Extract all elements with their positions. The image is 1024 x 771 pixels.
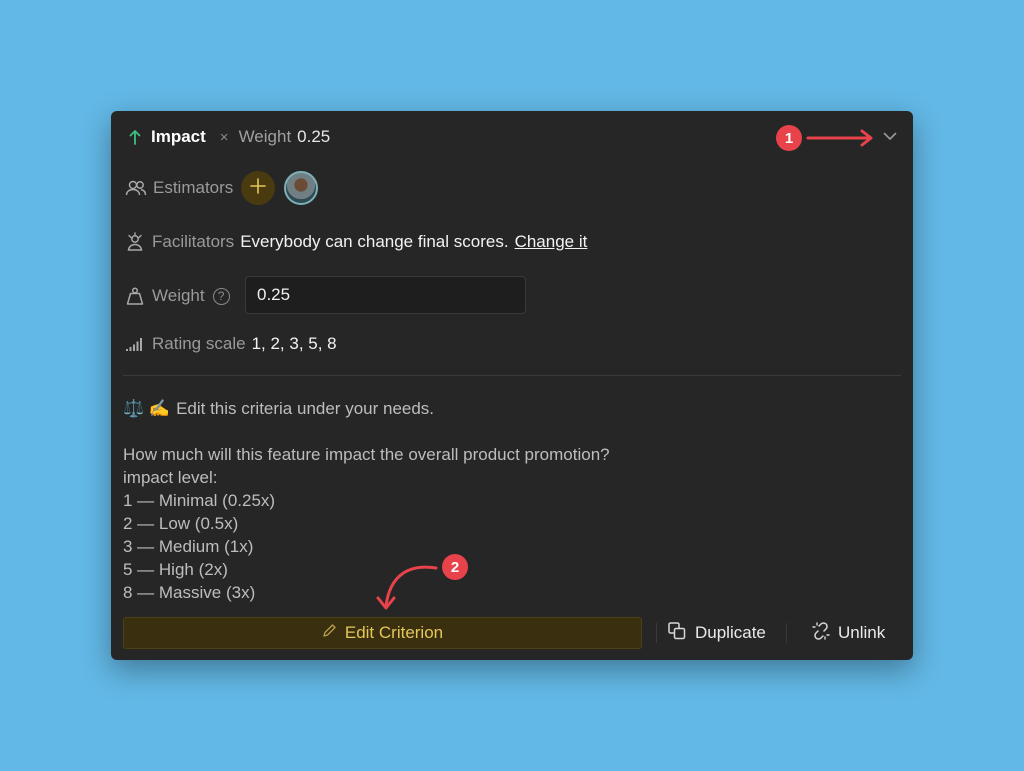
criterion-header[interactable]: Impact × Weight 0.25 xyxy=(129,125,330,149)
question-icon[interactable]: ? xyxy=(212,287,230,305)
facilitators-row: Facilitators Everybody can change final … xyxy=(125,230,587,254)
arrow-up-icon xyxy=(129,129,141,145)
signal-bars-icon xyxy=(125,336,145,352)
weight-label: Weight xyxy=(152,286,205,305)
estimator-avatar[interactable] xyxy=(284,171,319,205)
edit-criterion-button[interactable]: Edit Criterion xyxy=(123,617,642,649)
weight-input[interactable] xyxy=(245,276,526,314)
weight-row: Weight ? xyxy=(125,276,230,316)
scale-pen-icon: ⚖️ ✍️ xyxy=(123,399,171,418)
criterion-title: Impact xyxy=(151,127,206,146)
add-estimator-button[interactable] xyxy=(241,171,276,205)
change-facilitators-link[interactable]: Change it xyxy=(515,232,588,252)
chevron-down-icon[interactable] xyxy=(883,128,897,146)
users-icon xyxy=(125,179,147,197)
footer-separator xyxy=(786,623,787,643)
description-line: 2 — Low (0.5x) xyxy=(123,514,239,533)
header-weight-label: Weight xyxy=(238,127,292,146)
description-line: impact level: xyxy=(123,468,218,487)
annotation-arrow-1 xyxy=(806,129,873,147)
rating-scale-row: Rating scale 1, 2, 3, 5, 8 xyxy=(125,332,337,356)
criteria-note: ⚖️ ✍️ Edit this criteria under your need… xyxy=(123,397,434,421)
estimators-row: Estimators xyxy=(125,171,319,205)
unlink-icon xyxy=(811,621,831,646)
annotation-badge-2: 2 xyxy=(442,554,468,580)
rating-scale-label: Rating scale xyxy=(152,334,246,353)
multiply-sign: × xyxy=(219,128,229,146)
duplicate-icon xyxy=(667,621,687,646)
estimators-label: Estimators xyxy=(153,178,234,197)
unlink-button[interactable]: Unlink xyxy=(811,617,885,649)
annotation-badge-1: 1 xyxy=(776,125,802,151)
criterion-description: How much will this feature impact the ov… xyxy=(123,443,610,604)
annotation-arrow-2 xyxy=(376,565,438,610)
description-line: How much will this feature impact the ov… xyxy=(123,445,610,464)
duplicate-button[interactable]: Duplicate xyxy=(667,617,766,649)
duplicate-label: Duplicate xyxy=(695,623,766,642)
facilitator-icon xyxy=(125,232,145,252)
pencil-icon xyxy=(322,623,337,643)
footer-separator xyxy=(656,623,657,643)
criterion-card: Impact × Weight 0.25 Estimators Facilita… xyxy=(111,111,913,660)
header-weight-value: 0.25 xyxy=(297,127,331,146)
rating-scale-values: 1, 2, 3, 5, 8 xyxy=(251,334,337,353)
facilitators-label: Facilitators xyxy=(152,232,235,251)
description-line: 5 — High (2x) xyxy=(123,560,228,579)
criteria-note-text: Edit this criteria under your needs. xyxy=(176,399,435,418)
description-line: 8 — Massive (3x) xyxy=(123,583,256,602)
plus-icon xyxy=(250,177,267,199)
description-line: 1 — Minimal (0.25x) xyxy=(123,491,276,510)
unlink-label: Unlink xyxy=(838,623,886,642)
weight-icon xyxy=(125,286,145,306)
facilitators-text: Everybody can change final scores. xyxy=(240,232,509,251)
section-divider xyxy=(123,375,901,376)
edit-criterion-label: Edit Criterion xyxy=(344,623,444,642)
description-line: 3 — Medium (1x) xyxy=(123,537,254,556)
